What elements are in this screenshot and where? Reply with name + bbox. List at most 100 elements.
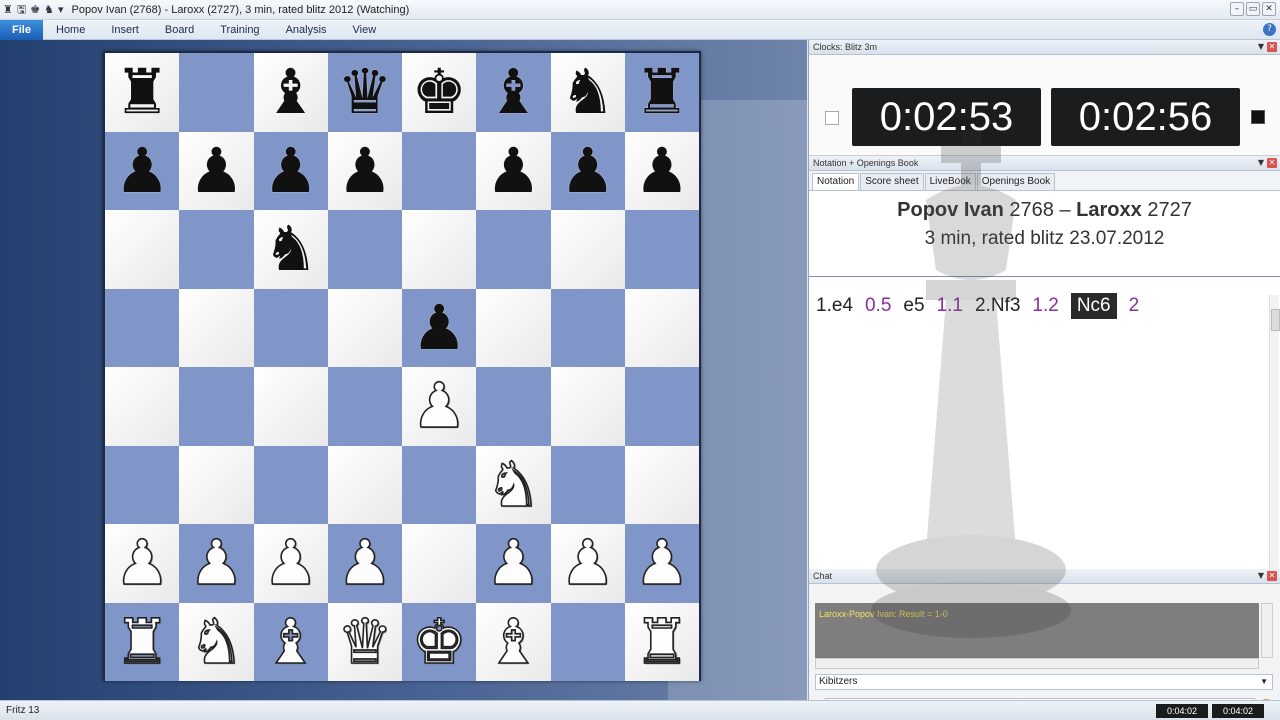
tab-livebook[interactable]: LiveBook	[924, 173, 976, 190]
square-h3[interactable]	[624, 445, 699, 524]
square-b8[interactable]	[179, 53, 254, 132]
square-g7[interactable]: ♟	[550, 131, 625, 210]
square-e7[interactable]	[402, 131, 477, 210]
panel-menu-icon[interactable]: ▼	[1258, 158, 1264, 168]
square-g6[interactable]	[550, 210, 625, 289]
square-e2[interactable]	[402, 524, 477, 603]
square-e5[interactable]: ♟	[402, 288, 477, 367]
square-f8[interactable]: ♝	[476, 53, 551, 132]
chat-vertical-scrollbar[interactable]	[1261, 603, 1273, 658]
square-c6[interactable]: ♞	[253, 210, 328, 289]
white-pawn-icon[interactable]: ♟	[336, 531, 393, 595]
white-bishop-icon[interactable]: ♝	[262, 609, 319, 673]
square-h7[interactable]: ♟	[624, 131, 699, 210]
help-icon[interactable]: ?	[1263, 23, 1276, 36]
square-h8[interactable]: ♜	[624, 53, 699, 132]
tab-view[interactable]: View	[340, 20, 390, 40]
square-h5[interactable]	[624, 288, 699, 367]
square-c2[interactable]: ♟	[253, 524, 328, 603]
black-pawn-icon[interactable]: ♟	[411, 296, 467, 359]
panel-close-icon[interactable]: ✕	[1267, 571, 1277, 581]
square-d1[interactable]: ♛	[327, 602, 402, 681]
close-button[interactable]: ✕	[1262, 2, 1276, 16]
panel-close-icon[interactable]: ✕	[1267, 158, 1277, 168]
white-pawn-icon[interactable]: ♟	[485, 531, 542, 595]
white-pawn-icon[interactable]: ♟	[262, 531, 319, 595]
customize-dropdown-icon[interactable]: ▾	[58, 3, 64, 17]
black-pawn-icon[interactable]: ♟	[189, 139, 245, 202]
square-b6[interactable]	[179, 210, 254, 289]
square-g5[interactable]	[550, 288, 625, 367]
notation-scrollbar[interactable]	[1269, 295, 1280, 579]
tab-training[interactable]: Training	[207, 20, 272, 40]
square-a4[interactable]	[105, 367, 180, 446]
square-c8[interactable]: ♝	[253, 53, 328, 132]
square-f1[interactable]: ♝	[476, 602, 551, 681]
square-d3[interactable]	[327, 445, 402, 524]
white-king-icon[interactable]: ♚	[411, 609, 468, 673]
tab-score-sheet[interactable]: Score sheet	[860, 173, 924, 190]
save-icon[interactable]: 🖫	[17, 3, 26, 17]
black-rook-icon[interactable]: ♜	[634, 61, 690, 123]
square-g2[interactable]: ♟	[550, 524, 625, 603]
white-knight-icon[interactable]: ♞	[188, 609, 245, 673]
black-pawn-icon[interactable]: ♟	[263, 139, 319, 202]
black-bishop-icon[interactable]: ♝	[486, 61, 542, 123]
tab-file[interactable]: File	[0, 19, 43, 40]
knight-icon[interactable]: ♞	[44, 3, 54, 17]
tab-analysis[interactable]: Analysis	[273, 20, 340, 40]
square-c7[interactable]: ♟	[253, 131, 328, 210]
selected-move[interactable]: Nc6	[1070, 293, 1117, 319]
square-a3[interactable]	[105, 445, 180, 524]
white-pawn-icon[interactable]: ♟	[411, 374, 468, 438]
square-a1[interactable]: ♜	[105, 602, 180, 681]
square-f3[interactable]: ♞	[476, 445, 551, 524]
king-icon[interactable]: ♚	[30, 3, 40, 17]
square-f5[interactable]	[476, 288, 551, 367]
black-king-icon[interactable]: ♚	[411, 61, 467, 123]
square-h2[interactable]: ♟	[624, 524, 699, 603]
white-pawn-icon[interactable]: ♟	[633, 531, 690, 595]
tab-insert[interactable]: Insert	[98, 20, 152, 40]
square-a7[interactable]: ♟	[105, 131, 180, 210]
square-d8[interactable]: ♛	[327, 53, 402, 132]
move[interactable]: 1.e4	[816, 295, 853, 317]
black-queen-icon[interactable]: ♛	[337, 61, 393, 123]
panel-menu-icon[interactable]: ▼	[1258, 571, 1264, 581]
square-g1[interactable]	[550, 602, 625, 681]
square-d2[interactable]: ♟	[327, 524, 402, 603]
move[interactable]: 2.Nf3	[975, 295, 1020, 317]
square-d5[interactable]	[327, 288, 402, 367]
white-pawn-icon[interactable]: ♟	[114, 531, 171, 595]
black-rook-icon[interactable]: ♜	[114, 61, 170, 123]
square-c4[interactable]	[253, 367, 328, 446]
white-queen-icon[interactable]: ♛	[336, 609, 393, 673]
panel-menu-icon[interactable]: ▼	[1258, 42, 1264, 52]
white-rook-icon[interactable]: ♜	[114, 609, 171, 673]
square-d4[interactable]	[327, 367, 402, 446]
square-b5[interactable]	[179, 288, 254, 367]
square-f7[interactable]: ♟	[476, 131, 551, 210]
square-c1[interactable]: ♝	[253, 602, 328, 681]
chess-board[interactable]: ♜ ♝ ♛ ♚ ♝ ♞ ♜ ♟ ♟ ♟ ♟ ♟ ♟ ♟ ♞ ♟ ♟ ♞ ♟ ♟ ♟ ♟ ♟ ♟ ♟ ♜ ♞ ♝ ♛ ♚ ♝ ♜	[103, 51, 701, 681]
black-knight-icon[interactable]: ♞	[263, 218, 319, 280]
square-e3[interactable]	[402, 445, 477, 524]
square-g3[interactable]	[550, 445, 625, 524]
square-f2[interactable]: ♟	[476, 524, 551, 603]
white-rook-icon[interactable]: ♜	[633, 609, 690, 673]
square-a6[interactable]	[105, 210, 180, 289]
square-a2[interactable]: ♟	[105, 524, 180, 603]
square-g4[interactable]	[550, 367, 625, 446]
square-b2[interactable]: ♟	[179, 524, 254, 603]
square-h4[interactable]	[624, 367, 699, 446]
black-bishop-icon[interactable]: ♝	[263, 61, 319, 123]
minimize-button[interactable]: –	[1230, 2, 1244, 16]
app-icon[interactable]: ♜	[3, 3, 13, 17]
square-b7[interactable]: ♟	[179, 131, 254, 210]
square-c5[interactable]	[253, 288, 328, 367]
square-b3[interactable]	[179, 445, 254, 524]
square-h1[interactable]: ♜	[624, 602, 699, 681]
black-pawn-icon[interactable]: ♟	[634, 139, 690, 202]
square-e8[interactable]: ♚	[402, 53, 477, 132]
black-knight-icon[interactable]: ♞	[560, 61, 616, 123]
